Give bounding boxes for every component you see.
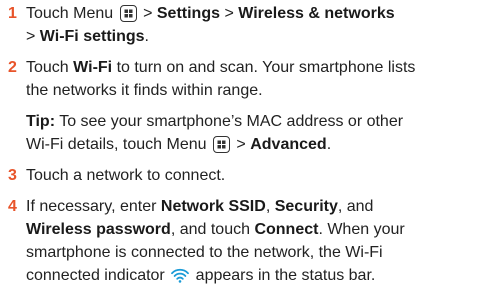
tip-line-2: Wi-Fi details, touch Menu > Advanced. <box>26 136 332 153</box>
step-4-line-3: smartphone is connected to the network, … <box>26 244 383 261</box>
step-1-line-1: Touch Menu > Settings > Wireless & netwo… <box>26 5 395 22</box>
step-2-line-2: the networks it finds within range. <box>26 82 263 99</box>
step-4-line-4: connected indicator appears in the statu… <box>26 264 501 290</box>
step-1-line-2: > Wi-Fi settings. <box>26 28 149 45</box>
tip-line-1: Tip: To see your smartphone’s MAC addres… <box>26 113 404 130</box>
menu-key-icon <box>119 5 137 22</box>
step-number: 2 <box>8 59 17 76</box>
step-2-line-1: Touch Wi-Fi to turn on and scan. Your sm… <box>26 59 416 76</box>
step-3-line-1: Touch a network to connect. <box>26 167 226 184</box>
step-number: 3 <box>8 167 17 184</box>
step-4-line-1: If necessary, enter Network SSID, Securi… <box>26 198 374 215</box>
step-4-line-2: Wireless password, and touch Connect. Wh… <box>26 221 405 238</box>
menu-key-icon <box>212 136 230 153</box>
step-number: 4 <box>8 198 17 215</box>
step-number: 1 <box>8 5 17 22</box>
tip-label: Tip: <box>26 113 56 130</box>
wifi-connected-icon <box>171 267 190 290</box>
instructions-document: 1 Touch Menu > Settings > Wireless & net… <box>0 0 503 297</box>
